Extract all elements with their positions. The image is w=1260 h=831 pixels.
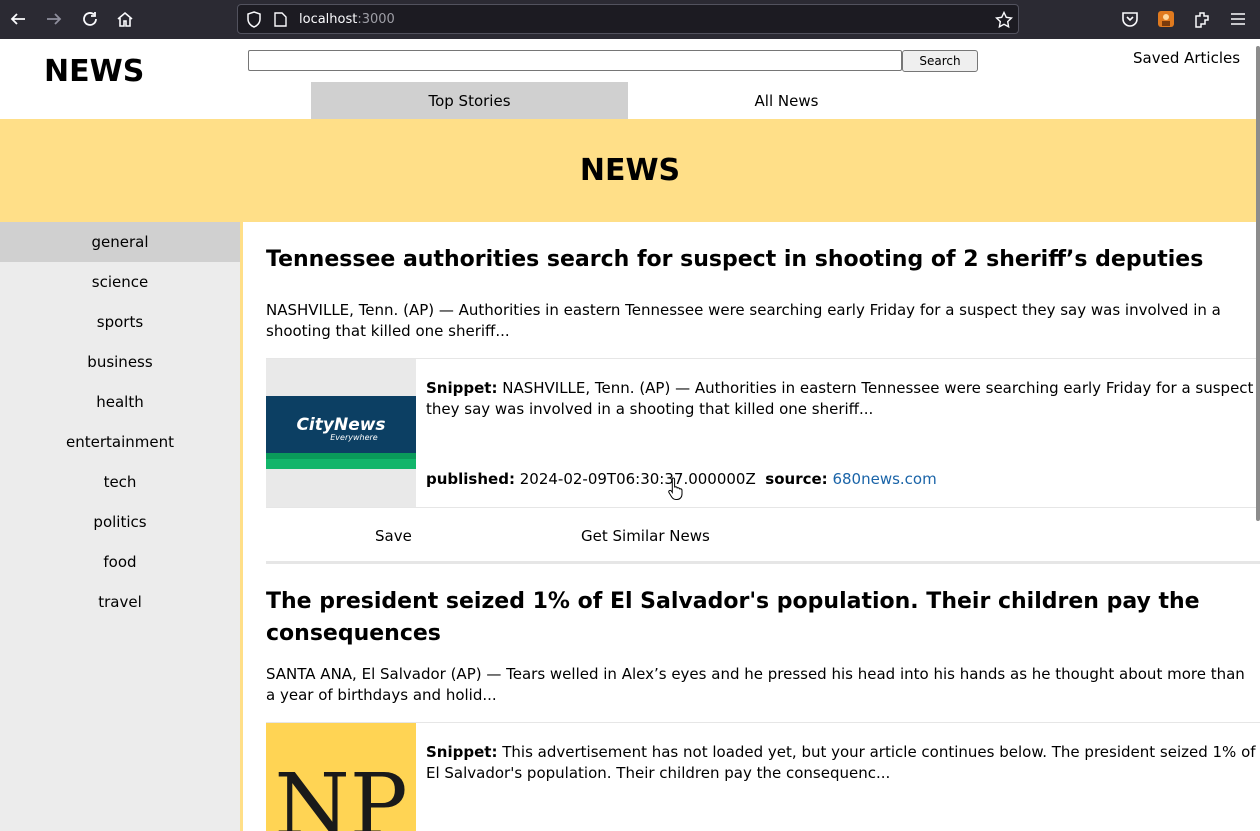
banner-title: NEWS [579, 153, 681, 188]
extension-avatar-icon[interactable] [1155, 8, 1177, 30]
page-icon [274, 12, 287, 31]
thumbnail-text-primary: CityNews [296, 415, 385, 435]
url-text[interactable]: localhost:3000 [299, 12, 395, 27]
page-scrollbar[interactable] [1256, 46, 1260, 521]
published-value: 2024-02-09T06:30:37.000000Z [519, 470, 756, 488]
article-list: Tennessee authorities search for suspect… [266, 222, 1260, 831]
shield-icon[interactable] [246, 11, 262, 32]
source-label: source: [765, 470, 828, 488]
thumbnail-text-primary: NP [274, 756, 407, 831]
sidebar-item-tech[interactable]: tech [0, 462, 240, 502]
article-title[interactable]: Tennessee authorities search for suspect… [266, 244, 1260, 276]
article-details: CityNews Everywhere Snippet: NASHVILLE, … [266, 358, 1260, 508]
article-actions: Save Get Similar News [266, 508, 1260, 564]
article-snippet: Snippet: NASHVILLE, Tenn. (AP) — Authori… [426, 378, 1256, 420]
saved-articles-link[interactable]: Saved Articles [1133, 49, 1240, 67]
menu-icon[interactable] [1227, 8, 1249, 30]
tab-all-news[interactable]: All News [628, 82, 945, 119]
article-thumbnail: CityNews Everywhere [266, 359, 416, 507]
sidebar-item-science[interactable]: science [0, 262, 240, 302]
sidebar-item-health[interactable]: health [0, 382, 240, 422]
snippet-label: Snippet: [426, 743, 498, 761]
sidebar-item-sports[interactable]: sports [0, 302, 240, 342]
sidebar-item-politics[interactable]: politics [0, 502, 240, 542]
home-icon[interactable] [114, 8, 136, 30]
forward-icon[interactable] [43, 8, 65, 30]
article-card: The president seized 1% of El Salvador's… [266, 564, 1260, 831]
browser-toolbar: localhost:3000 [0, 0, 1260, 39]
url-bar[interactable]: localhost:3000 [237, 4, 1019, 34]
pocket-icon[interactable] [1119, 8, 1141, 30]
sidebar-item-food[interactable]: food [0, 542, 240, 582]
sidebar-item-business[interactable]: business [0, 342, 240, 382]
category-sidebar: general science sports business health e… [0, 222, 243, 831]
article-details: NP Snippet: This advertisement has not l… [266, 722, 1260, 831]
page-banner: NEWS [0, 119, 1260, 222]
star-icon[interactable] [994, 10, 1014, 33]
snippet-label: Snippet: [426, 379, 498, 397]
article-card: Tennessee authorities search for suspect… [266, 222, 1260, 564]
search-input[interactable] [248, 50, 902, 71]
snippet-text: NASHVILLE, Tenn. (AP) — Authorities in e… [426, 379, 1254, 418]
back-icon[interactable] [7, 8, 29, 30]
sidebar-item-general[interactable]: general [0, 222, 240, 262]
article-description: NASHVILLE, Tenn. (AP) — Authorities in e… [266, 301, 1221, 340]
article-snippet: Snippet: This advertisement has not load… [426, 742, 1256, 784]
extensions-icon[interactable] [1191, 8, 1213, 30]
published-label: published: [426, 470, 515, 488]
pointer-cursor-icon [668, 477, 684, 505]
article-description: SANTA ANA, El Salvador (AP) — Tears well… [266, 665, 1245, 704]
get-similar-news-button[interactable]: Get Similar News [581, 527, 710, 545]
sidebar-item-travel[interactable]: travel [0, 582, 240, 622]
save-button[interactable]: Save [375, 527, 412, 545]
url-host: localhost [299, 12, 358, 27]
article-thumbnail: NP [266, 723, 416, 831]
snippet-text: This advertisement has not loaded yet, b… [426, 743, 1256, 782]
search-button[interactable]: Search [902, 50, 978, 72]
thumbnail-text-secondary: Everywhere [330, 433, 378, 442]
source-link[interactable]: 680news.com [832, 470, 936, 488]
article-title[interactable]: The president seized 1% of El Salvador's… [266, 586, 1260, 650]
tab-top-stories[interactable]: Top Stories [311, 82, 628, 119]
site-logo: NEWS [44, 54, 145, 89]
sidebar-item-entertainment[interactable]: entertainment [0, 422, 240, 462]
reload-icon[interactable] [79, 8, 101, 30]
url-port: :3000 [357, 12, 395, 27]
